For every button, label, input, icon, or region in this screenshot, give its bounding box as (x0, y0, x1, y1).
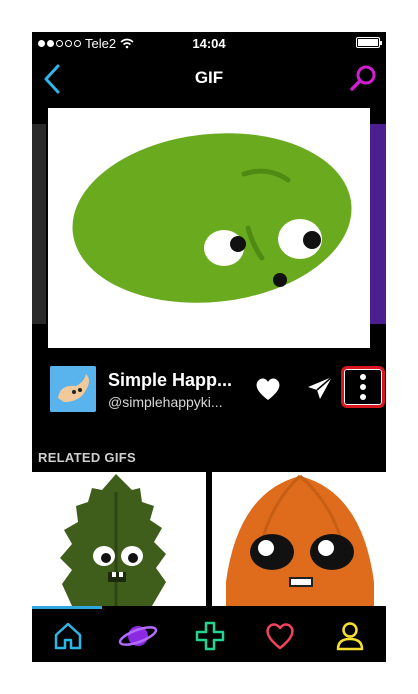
plus-icon[interactable] (194, 620, 226, 652)
previous-gif-peek[interactable] (32, 124, 46, 324)
gif-carousel[interactable] (32, 108, 386, 352)
send-icon[interactable] (306, 374, 334, 402)
orange-nut-character-image (226, 474, 374, 606)
related-gifs-heading: RELATED GIFS (38, 450, 136, 465)
gif-progress-bar (32, 606, 102, 609)
planet-icon[interactable] (118, 620, 158, 652)
clock: 14:04 (192, 36, 226, 51)
related-gif-thumbnail[interactable] (32, 472, 206, 606)
app-screen: Tele2 14:04 GIF Simple Happ... @simpleha… (32, 32, 386, 662)
tab-bar (32, 610, 386, 662)
leaf-character-image (60, 474, 166, 606)
heart-outline-icon[interactable] (264, 620, 296, 652)
main-gif[interactable] (48, 108, 370, 348)
author-handle[interactable]: @simplehappyki... (108, 394, 223, 410)
avatar-character-image (50, 366, 96, 412)
heart-icon[interactable] (254, 376, 282, 402)
avatar[interactable] (50, 366, 96, 412)
author-name[interactable]: Simple Happ... (108, 370, 232, 391)
home-icon[interactable] (52, 620, 84, 652)
battery-icon (356, 37, 382, 48)
status-bar: Tele2 14:04 (32, 32, 386, 54)
next-gif-peek[interactable] (370, 124, 386, 324)
nav-bar: GIF (32, 56, 386, 100)
search-icon[interactable] (348, 64, 378, 94)
green-blob-character-image (72, 133, 352, 303)
page-title: GIF (194, 68, 224, 87)
related-gif-thumbnail[interactable] (212, 472, 386, 606)
author-row: Simple Happ... @simplehappyki... (32, 362, 386, 422)
more-vertical-icon (360, 374, 366, 400)
more-options-button[interactable] (341, 366, 385, 408)
profile-icon[interactable] (334, 620, 366, 652)
